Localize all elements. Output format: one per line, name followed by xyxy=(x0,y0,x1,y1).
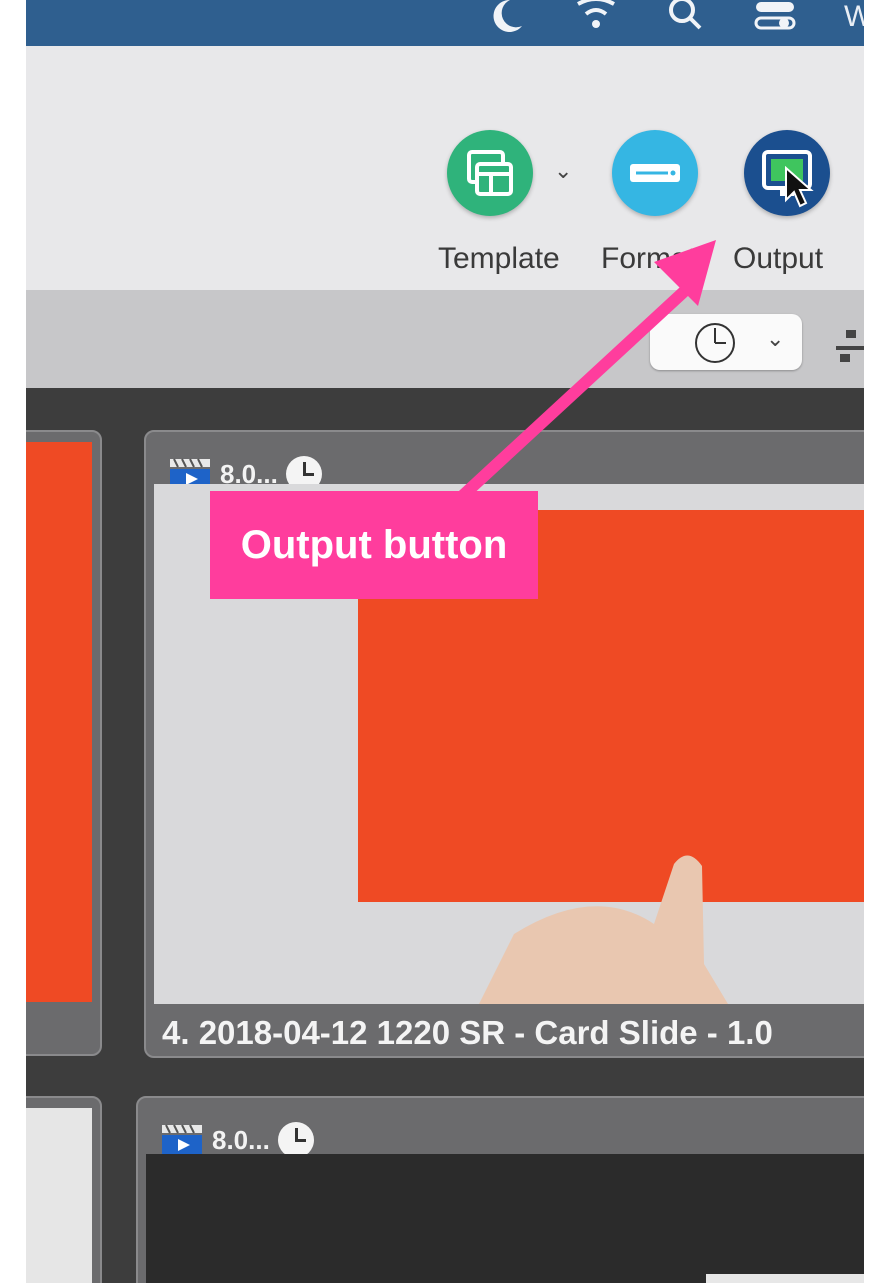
app-window: W ⌄ Template Format Output ⌄ 8.0... 4. 2… xyxy=(26,0,864,1283)
annotation-arrow xyxy=(452,240,716,506)
annotation-label: Output button xyxy=(210,491,538,599)
